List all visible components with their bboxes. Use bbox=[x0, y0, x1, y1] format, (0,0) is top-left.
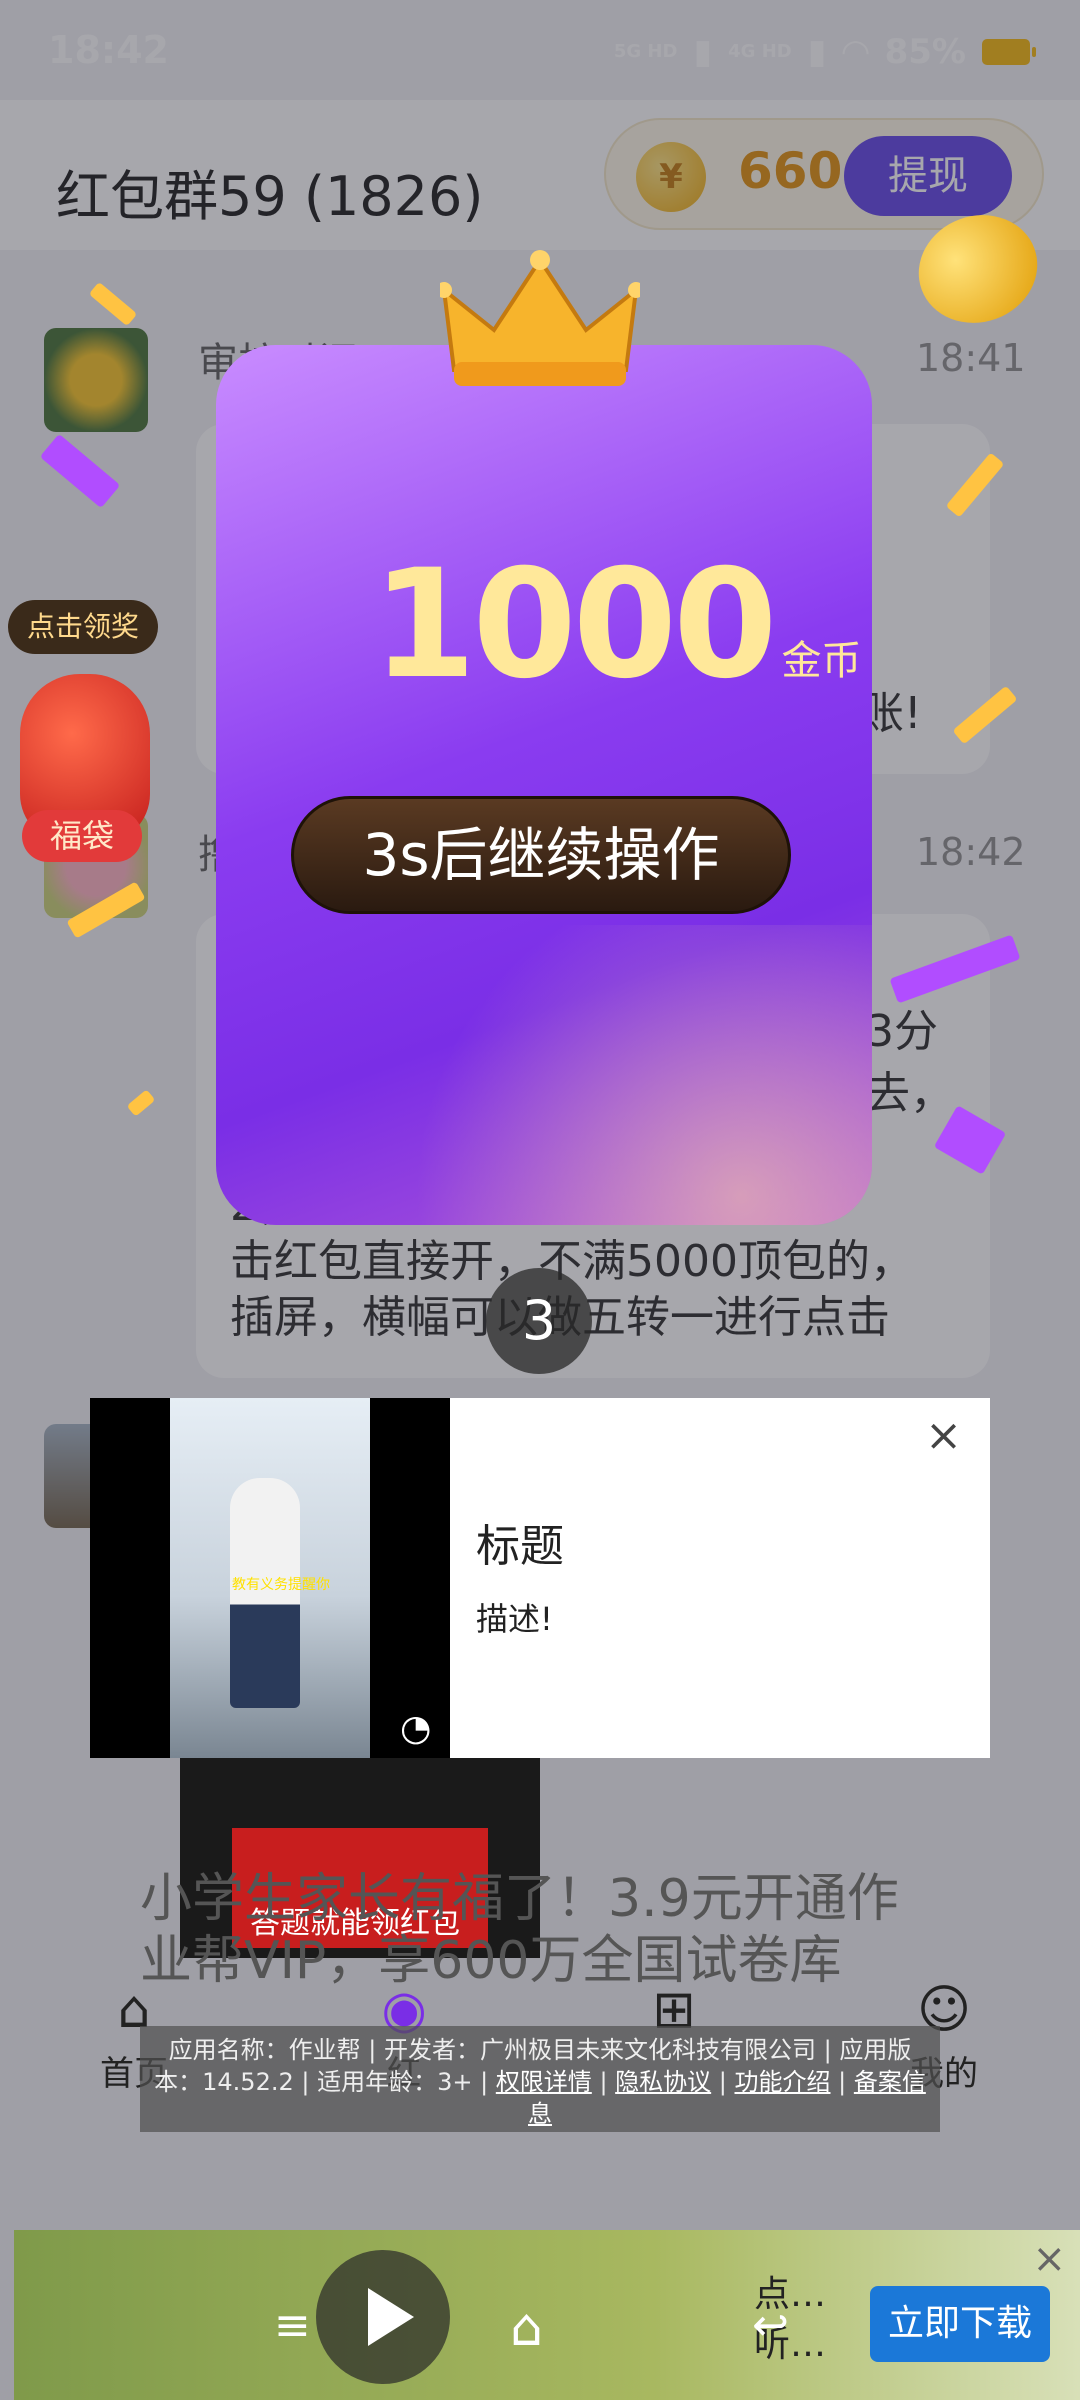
continue-countdown-button[interactable]: 3s后继续操作 bbox=[291, 796, 791, 914]
ad-video[interactable]: 教有义务提醒你 ◔ bbox=[90, 1398, 450, 1758]
lucky-bag-tip: 点击领奖 bbox=[8, 600, 158, 654]
permission-link[interactable]: 权限详情 bbox=[496, 2068, 592, 2096]
reward-amount: 1000 金币 bbox=[372, 550, 861, 700]
ad-description: 描述! bbox=[476, 1600, 553, 1638]
privacy-link[interactable]: 隐私协议 bbox=[615, 2068, 711, 2096]
card-sparkle bbox=[216, 925, 872, 1225]
download-button[interactable]: 立即下载 bbox=[870, 2286, 1050, 2362]
ad-video-frame: 教有义务提醒你 bbox=[170, 1398, 370, 1758]
lucky-bag-widget[interactable]: 点击领奖 福袋 bbox=[8, 600, 158, 870]
lucky-bag-label: 福袋 bbox=[22, 810, 142, 862]
ad-title: 标题 bbox=[476, 1521, 564, 1572]
close-icon[interactable]: × bbox=[925, 1410, 962, 1461]
ad-video-caption: 教有义务提醒你 bbox=[232, 1577, 330, 1593]
back-icon[interactable]: ↩ bbox=[752, 2300, 789, 2351]
ad-popup[interactable]: 教有义务提醒你 ◔ 标题 描述! × bbox=[90, 1398, 990, 1758]
sound-icon[interactable]: ◔ bbox=[400, 1708, 431, 1749]
function-link[interactable]: 功能介绍 bbox=[735, 2068, 831, 2096]
play-icon bbox=[368, 2288, 414, 2346]
countdown-badge: 3 bbox=[486, 1268, 592, 1374]
home-gesture-icon[interactable]: ⌂ bbox=[510, 2298, 543, 2358]
app-info-bar: 应用名称：作业帮 | 开发者：广州极目未来文化科技有限公司 | 应用版本：14.… bbox=[140, 2026, 940, 2132]
close-icon[interactable]: × bbox=[1032, 2236, 1066, 2282]
reward-card bbox=[216, 345, 872, 1225]
crown-icon bbox=[440, 250, 640, 386]
menu-icon[interactable]: ≡ bbox=[274, 2300, 311, 2351]
play-button[interactable] bbox=[316, 2250, 450, 2384]
reward-unit: 金币 bbox=[781, 638, 862, 684]
reward-number: 1000 bbox=[372, 538, 777, 712]
